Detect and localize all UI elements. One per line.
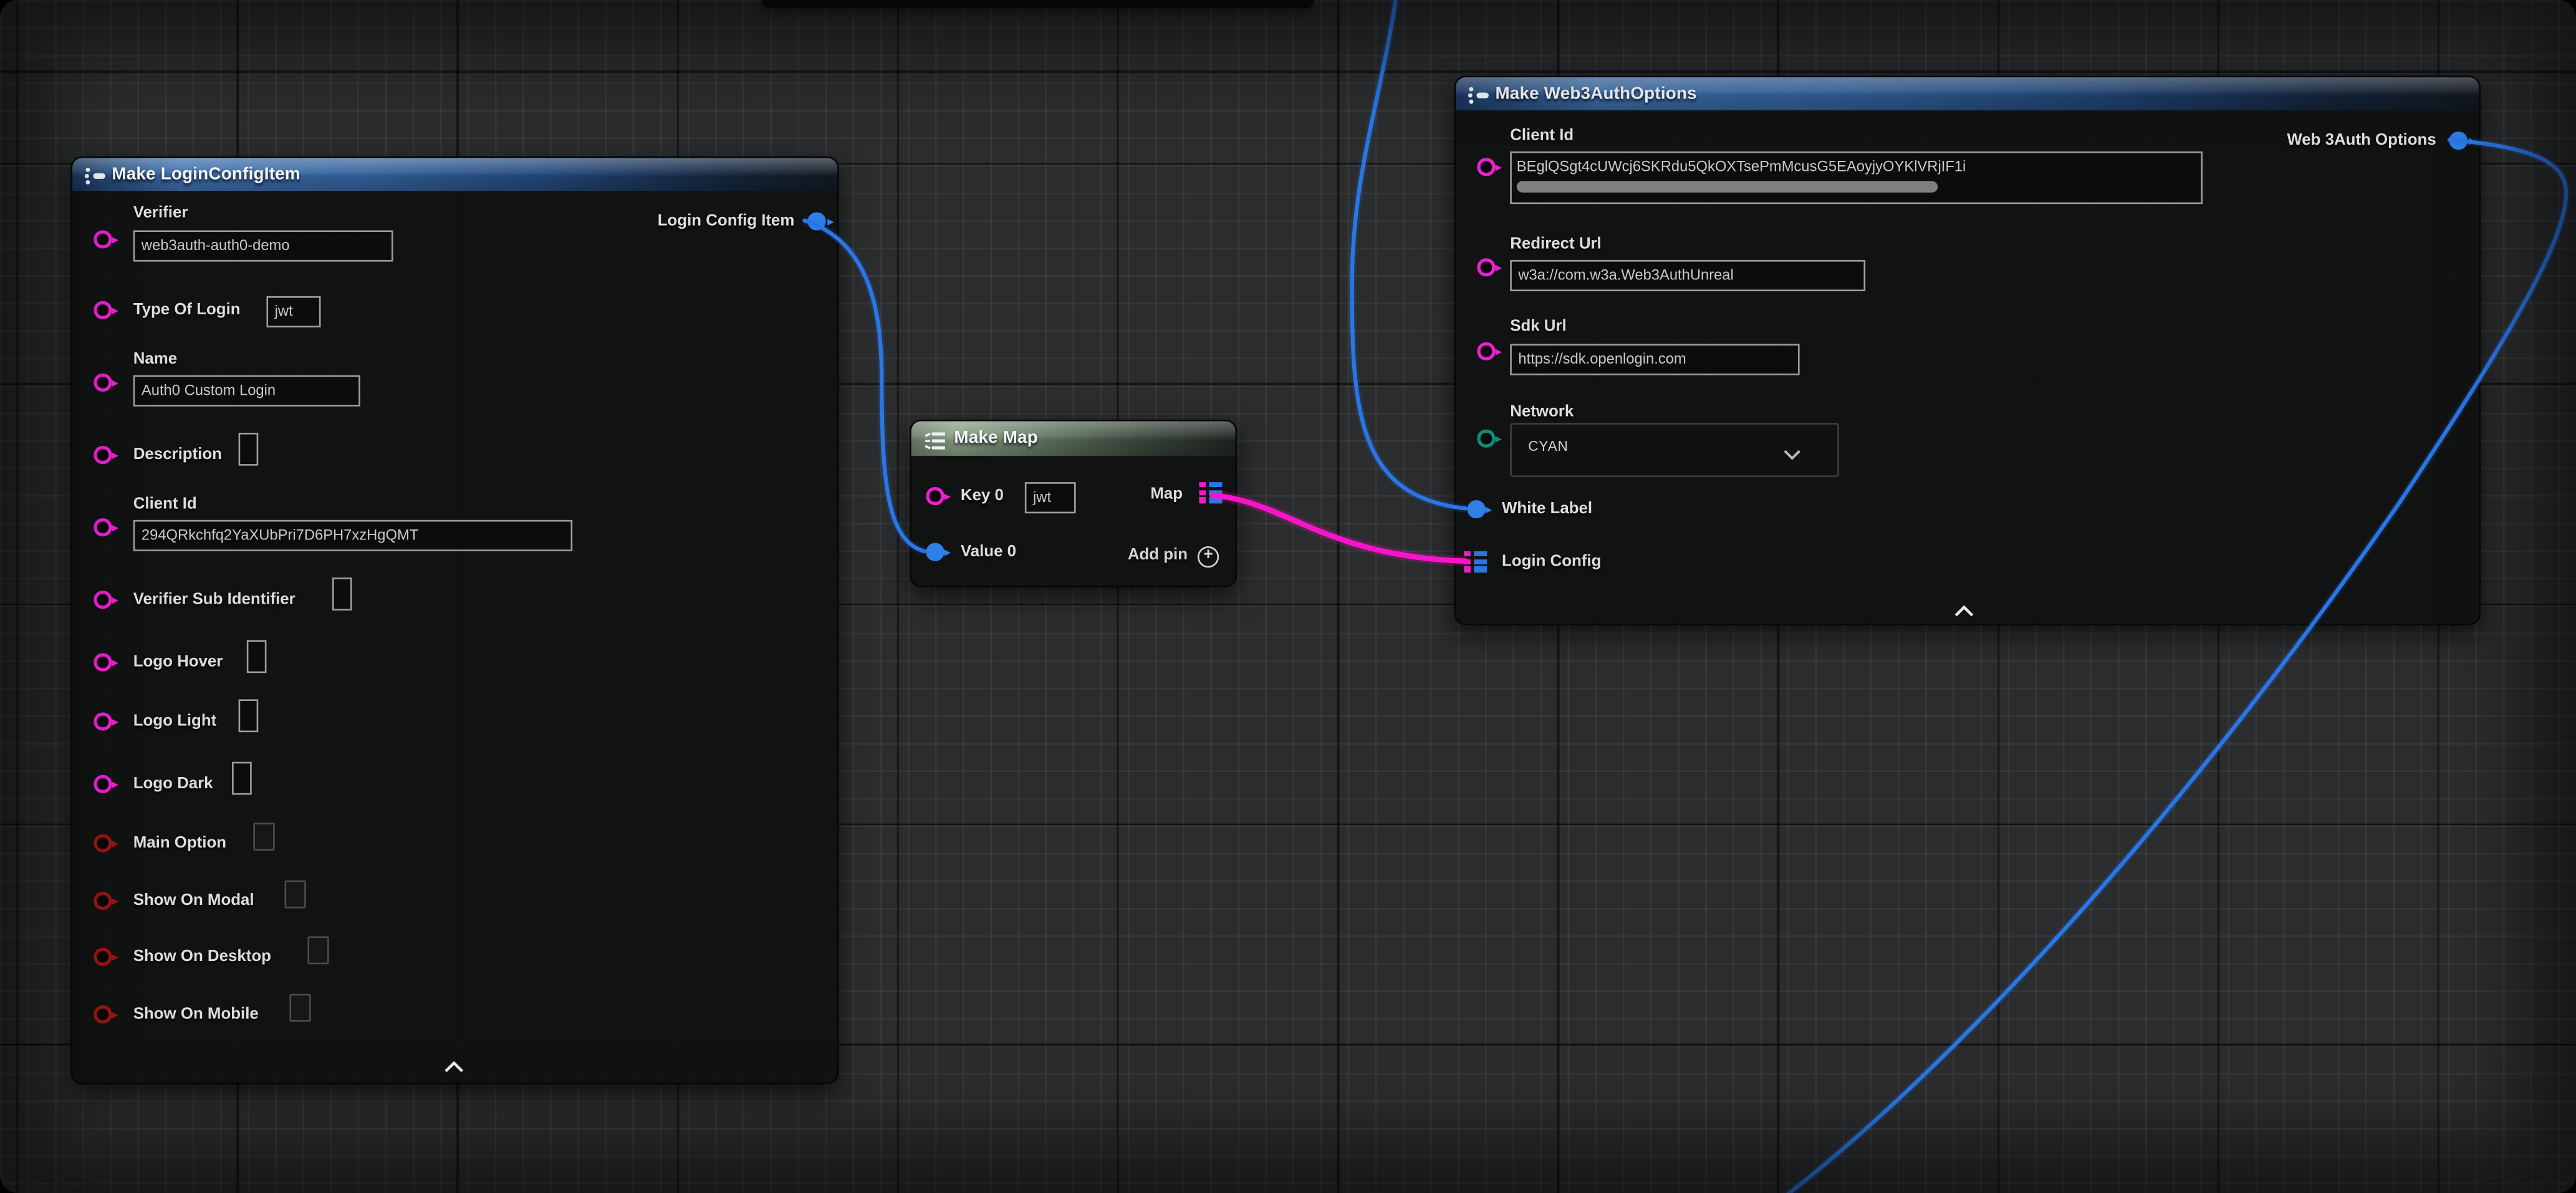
network-dropdown[interactable]: CYAN (1510, 423, 1839, 477)
network-dropdown-value: CYAN (1528, 438, 1569, 454)
clientid-label: Client Id (133, 495, 197, 513)
map-output-label: Map (1150, 485, 1183, 503)
show-on-desktop-checkbox[interactable] (307, 936, 329, 964)
main-option-checkbox[interactable] (253, 823, 274, 851)
show-on-modal-checkbox[interactable] (284, 881, 305, 909)
verifier-sub-identifier-label: Verifier Sub Identifier (133, 591, 296, 609)
node-make-map[interactable]: Make Map Key 0 jwt Map Value 0 Add pin + (910, 420, 1237, 587)
name-input[interactable]: Auth0 Custom Login (133, 375, 360, 407)
sdk-url-pin[interactable] (1477, 342, 1494, 360)
w3a-clientid-hscrollbar[interactable] (1517, 181, 1937, 192)
login-config-label: Login Config (1502, 553, 1601, 571)
value0-pin[interactable] (926, 543, 944, 561)
w3a-clientid-pin[interactable] (1477, 158, 1494, 175)
node-make-loginconfigitem[interactable]: Make LoginConfigItem Verifier web3auth-a… (70, 157, 839, 1084)
show-on-modal-pin[interactable] (94, 892, 111, 909)
main-option-pin[interactable] (94, 834, 111, 852)
key0-label: Key 0 (961, 487, 1004, 505)
logo-dark-input[interactable] (232, 762, 252, 795)
description-label: Description (133, 446, 222, 464)
network-pin[interactable] (1477, 430, 1494, 447)
white-label-label: White Label (1502, 500, 1592, 518)
description-pin[interactable] (94, 446, 111, 463)
main-option-label: Main Option (133, 834, 226, 852)
collapse-chevron-icon[interactable] (1954, 596, 1974, 625)
logo-hover-pin[interactable] (94, 654, 111, 671)
type-of-login-pin[interactable] (94, 301, 111, 319)
show-on-desktop-label: Show On Desktop (133, 948, 271, 966)
type-of-login-input[interactable]: jwt (266, 296, 320, 327)
w3a-clientid-input[interactable]: BEglQSgt4cUWcj6SKRdu5QkOXTsePmMcusG5EAoy… (1510, 152, 2203, 204)
show-on-mobile-pin[interactable] (94, 1005, 111, 1023)
node-header-make-loginconfigitem[interactable]: Make LoginConfigItem (72, 158, 837, 191)
logo-light-pin[interactable] (94, 713, 111, 730)
node-make-web3authoptions[interactable]: Make Web3AuthOptions Client Id BEglQSgt4… (1454, 75, 2480, 625)
node-title: Make Web3AuthOptions (1495, 83, 1696, 103)
login-config-item-output-label: Login Config Item (658, 212, 795, 230)
collapse-chevron-icon[interactable] (444, 1051, 464, 1081)
value0-label: Value 0 (961, 543, 1016, 561)
key0-input[interactable]: jwt (1025, 482, 1076, 513)
description-input[interactable] (239, 433, 259, 466)
make-struct-icon (1468, 84, 1491, 110)
redirect-url-label: Redirect Url (1510, 235, 1602, 253)
show-on-mobile-checkbox[interactable] (289, 994, 310, 1022)
name-label: Name (133, 350, 177, 369)
show-on-mobile-label: Show On Mobile (133, 1005, 259, 1023)
sdk-url-input[interactable]: https://sdk.openlogin.com (1510, 344, 1799, 375)
verifier-sub-identifier-pin[interactable] (94, 591, 111, 608)
add-pin-button[interactable]: Add pin (1128, 546, 1188, 564)
graph-viewport[interactable]: Make LoginConfigItem Verifier web3auth-a… (0, 0, 2576, 1193)
make-map-icon (923, 428, 948, 456)
node-title: Make Map (954, 428, 1038, 448)
chevron-down-icon (1783, 439, 1801, 468)
logo-dark-pin[interactable] (94, 775, 111, 793)
w3a-clientid-label: Client Id (1510, 127, 1574, 145)
white-label-pin[interactable] (1468, 500, 1485, 518)
verifier-pin[interactable] (94, 230, 111, 248)
make-struct-icon (84, 165, 107, 191)
node-header-make-map[interactable]: Make Map (911, 421, 1236, 455)
add-pin-plus-icon[interactable]: + (1198, 546, 1219, 568)
web3auth-options-output-label: Web 3Auth Options (2287, 132, 2436, 150)
verifier-input[interactable]: web3auth-auth0-demo (133, 230, 393, 261)
network-label: Network (1510, 403, 1574, 421)
logo-hover-input[interactable] (247, 640, 267, 673)
w3a-clientid-text[interactable]: BEglQSgt4cUWcj6SKRdu5QkOXTsePmMcusG5EAoy… (1512, 153, 2201, 176)
clientid-input[interactable]: 294QRkchfq2YaXUbPri7D6PH7xzHgQMT (133, 520, 572, 551)
blueprint-graph-stage: Make LoginConfigItem Verifier web3auth-a… (0, 0, 2576, 1193)
node-header-make-web3authoptions[interactable]: Make Web3AuthOptions (1456, 77, 2479, 110)
sdk-url-label: Sdk Url (1510, 317, 1567, 336)
redirect-url-pin[interactable] (1477, 258, 1494, 276)
verifier-sub-identifier-input[interactable] (332, 577, 352, 611)
type-of-login-label: Type Of Login (133, 301, 241, 319)
name-pin[interactable] (94, 374, 111, 391)
verifier-label: Verifier (133, 204, 188, 222)
logo-dark-label: Logo Dark (133, 775, 213, 793)
key0-pin[interactable] (926, 487, 944, 505)
show-on-modal-label: Show On Modal (133, 892, 254, 910)
clientid-pin[interactable] (94, 518, 111, 536)
offscreen-node-edge (762, 0, 1315, 8)
logo-hover-label: Logo Hover (133, 654, 223, 672)
node-title: Make LoginConfigItem (112, 164, 300, 184)
logo-light-label: Logo Light (133, 713, 217, 731)
show-on-desktop-pin[interactable] (94, 948, 111, 965)
logo-light-input[interactable] (239, 699, 259, 732)
redirect-url-input[interactable]: w3a://com.w3a.Web3AuthUnreal (1510, 260, 1865, 291)
